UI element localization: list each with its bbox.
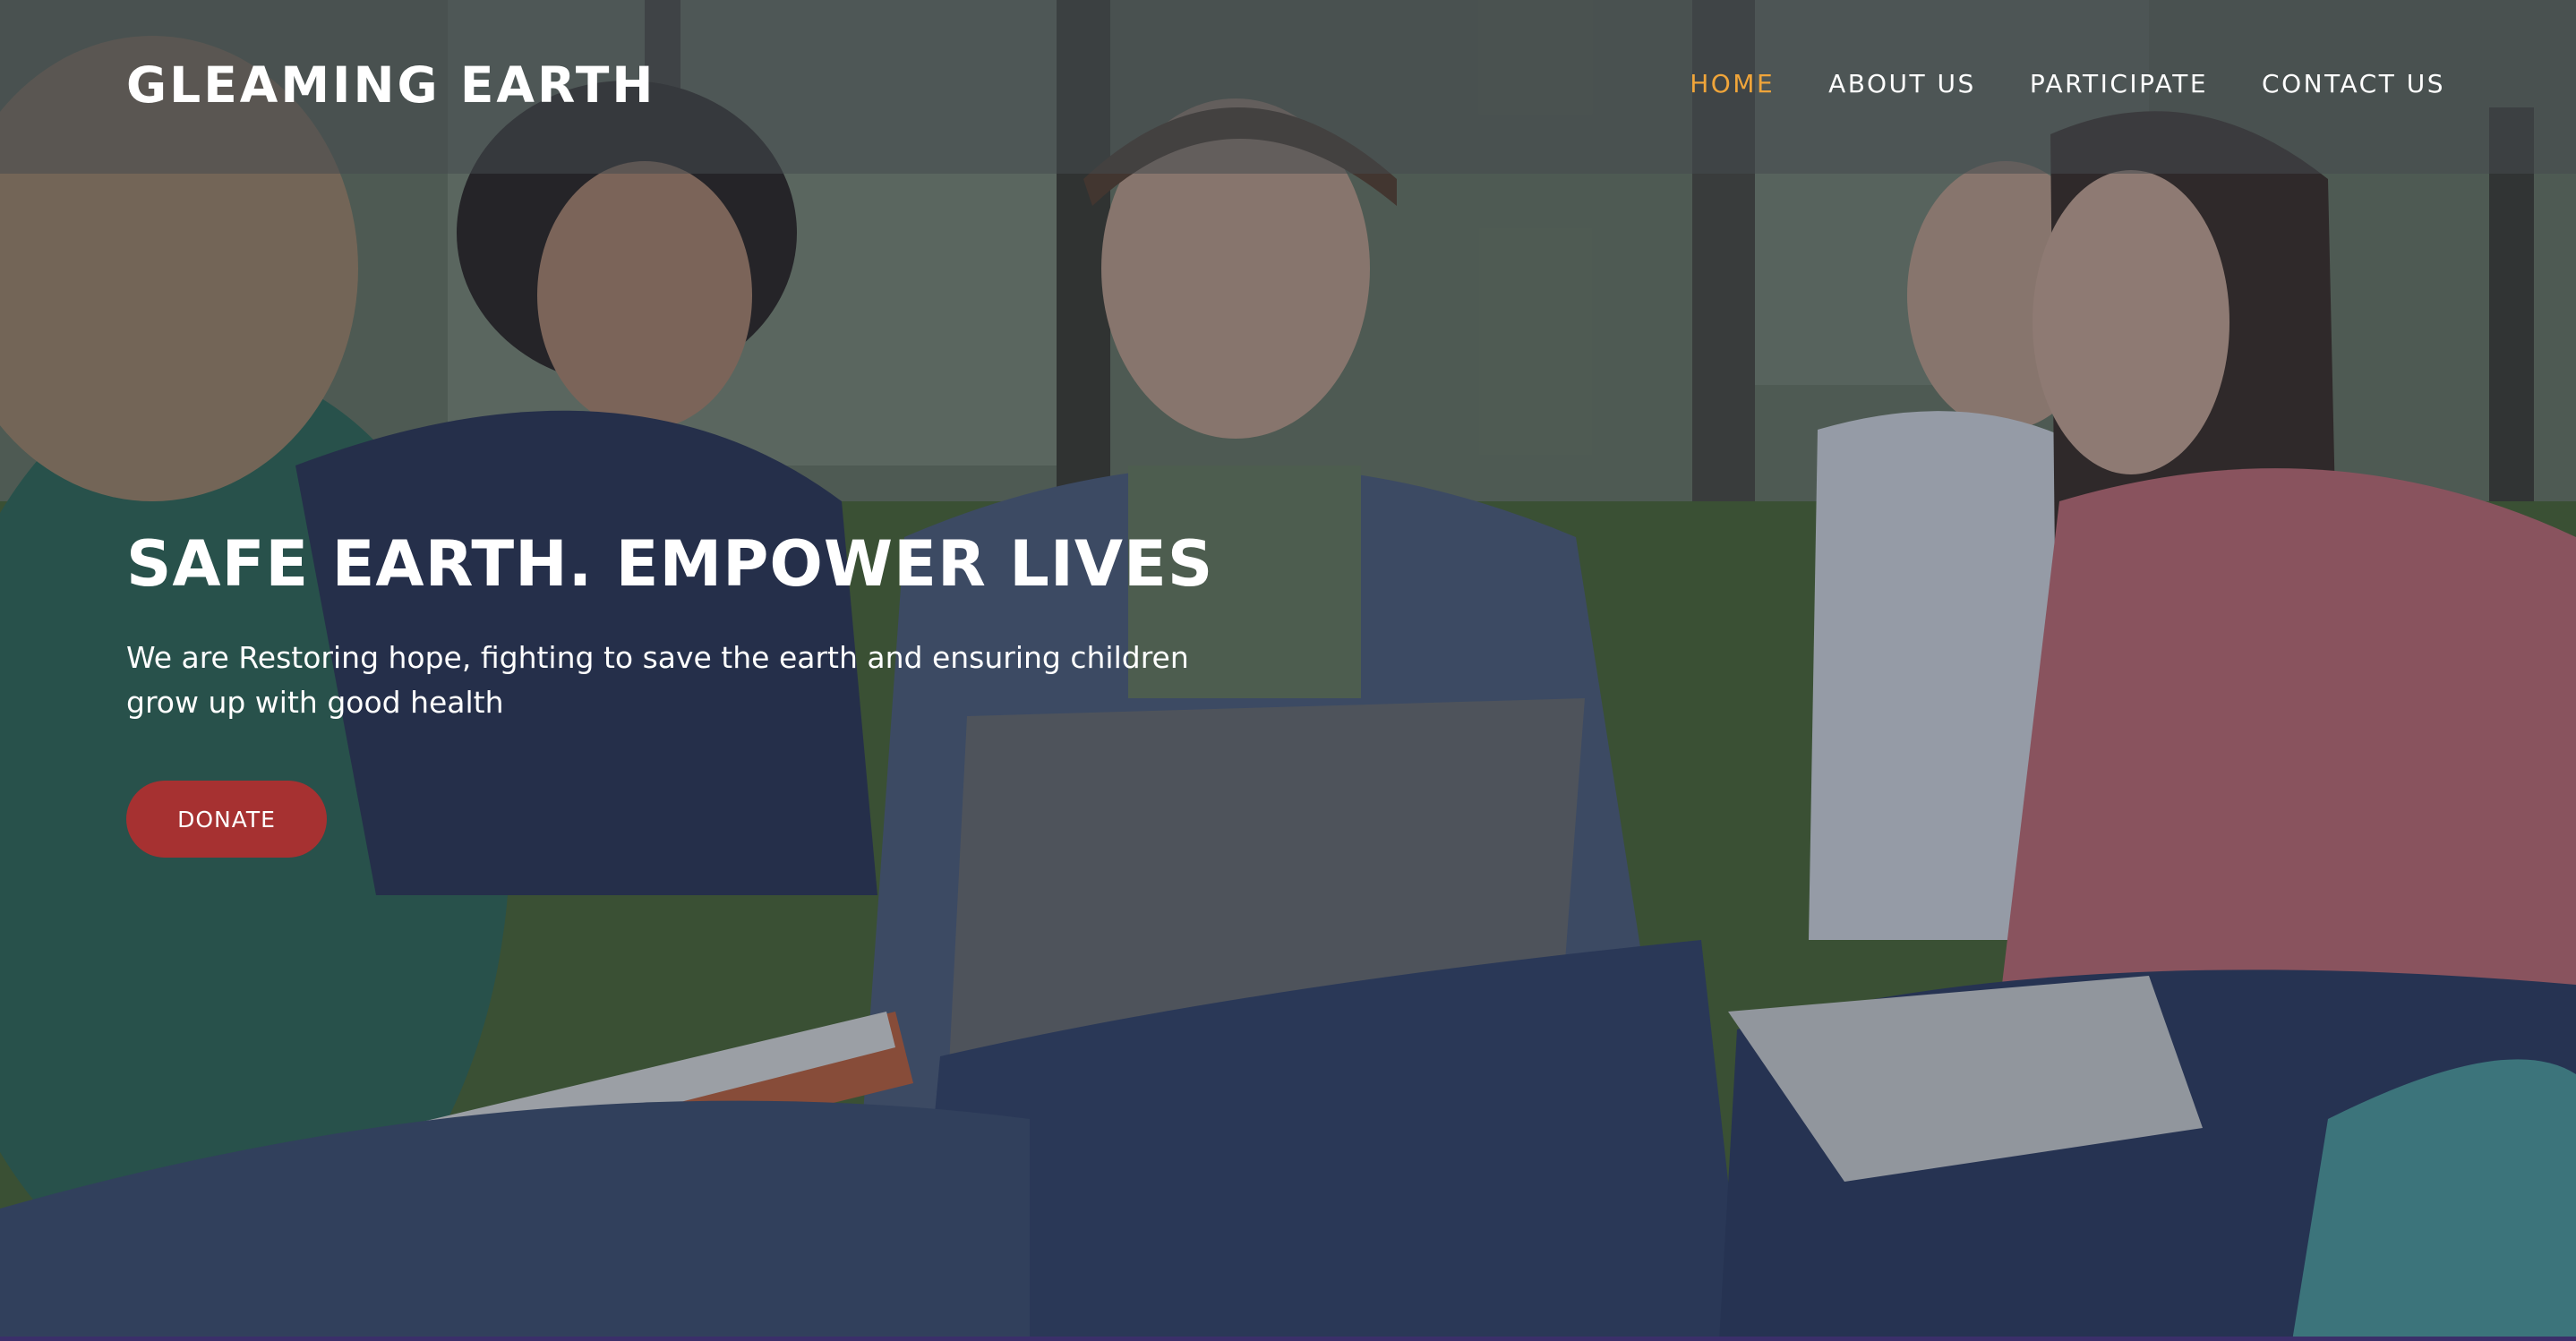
top-navbar: GLEAMING EARTH HOME ABOUT US PARTICIPATE… [0, 0, 2576, 174]
donate-button[interactable]: DONATE [126, 781, 327, 858]
nav-item-contact-us[interactable]: CONTACT US [2262, 64, 2445, 104]
nav-item-about-us[interactable]: ABOUT US [1828, 64, 1976, 104]
main-nav: HOME ABOUT US PARTICIPATE CONTACT US [1690, 64, 2445, 104]
nav-item-participate[interactable]: PARTICIPATE [2030, 64, 2208, 104]
hero-headline: SAFE EARTH. EMPOWER LIVES [126, 527, 1214, 601]
hero-section: GLEAMING EARTH HOME ABOUT US PARTICIPATE… [0, 0, 2576, 1341]
nav-item-home[interactable]: HOME [1690, 64, 1775, 104]
site-logo[interactable]: GLEAMING EARTH [126, 54, 655, 116]
bottom-divider [0, 1337, 2576, 1341]
hero-subtext: We are Restoring hope, fighting to save … [126, 640, 1189, 720]
